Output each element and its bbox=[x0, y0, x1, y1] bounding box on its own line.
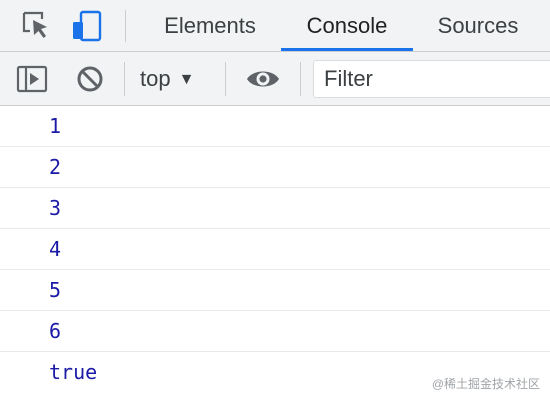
clear-console-icon[interactable] bbox=[72, 61, 108, 97]
console-line: 5 bbox=[0, 270, 550, 311]
toolbar-separator bbox=[124, 62, 125, 96]
inspect-element-icon[interactable] bbox=[18, 8, 54, 44]
device-toolbar-icon[interactable] bbox=[70, 8, 106, 44]
tab-elements[interactable]: Elements bbox=[140, 0, 280, 51]
console-toolbar: top ▼ bbox=[0, 52, 550, 106]
console-line: 1 bbox=[0, 106, 550, 147]
live-expression-eye-icon[interactable] bbox=[245, 61, 281, 97]
tabbar-separator bbox=[125, 10, 126, 42]
tab-sources[interactable]: Sources bbox=[414, 0, 542, 51]
watermark: @稀土掘金技术社区 bbox=[431, 377, 540, 391]
tab-console[interactable]: Console bbox=[281, 0, 413, 51]
filter-box bbox=[313, 60, 550, 98]
filter-input[interactable] bbox=[314, 61, 550, 97]
console-line: 4 bbox=[0, 229, 550, 270]
devtools-tab-bar: Elements Console Sources bbox=[0, 0, 550, 52]
context-selector-label: top bbox=[140, 66, 171, 91]
toolbar-separator bbox=[300, 62, 301, 96]
console-line: 6 bbox=[0, 311, 550, 352]
console-output: 1 2 3 4 5 6 true bbox=[0, 106, 550, 393]
console-line: 2 bbox=[0, 147, 550, 188]
console-line: 3 bbox=[0, 188, 550, 229]
toolbar-separator bbox=[225, 62, 226, 96]
context-selector[interactable]: top ▼ bbox=[140, 52, 194, 105]
sidebar-toggle-icon[interactable] bbox=[14, 61, 50, 97]
caret-down-icon: ▼ bbox=[178, 71, 195, 88]
